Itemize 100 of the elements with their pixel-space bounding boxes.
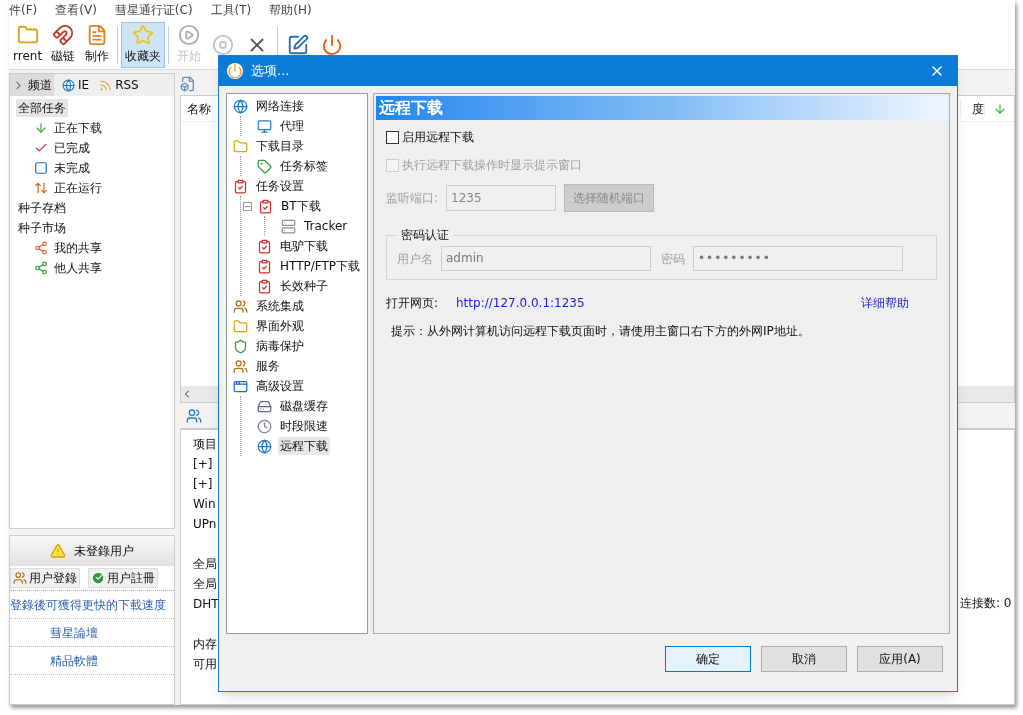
play-icon (178, 24, 201, 46)
url-link[interactable]: http://127.0.0.1:1235 (456, 294, 585, 312)
tree-item[interactable]: 远程下载 (278, 437, 330, 455)
sidebar-tab[interactable]: IE (60, 74, 92, 96)
sidebar-item[interactable]: 全部任务 (16, 99, 68, 117)
tree-item[interactable]: 任务标签 (278, 157, 330, 175)
clipboard-icon (257, 278, 272, 294)
tree-item[interactable]: 下载目录 (254, 137, 306, 155)
menu-item[interactable]: 工具(T) (210, 1, 252, 19)
clipboard-icon (258, 198, 273, 214)
column-header[interactable]: 度 (960, 99, 984, 118)
file-icon[interactable] (180, 76, 196, 92)
dialog-button[interactable]: 取消 (761, 646, 847, 672)
share-icon (34, 241, 48, 255)
group-title: 密码认证 (400, 227, 450, 244)
rss-icon (99, 78, 113, 92)
detail-row-text: [+] (193, 476, 213, 493)
toolbar-button[interactable]: 磁链 (46, 21, 81, 68)
sidebar-item[interactable]: 正在下载 (52, 119, 104, 137)
tree-item[interactable]: 网络连接 (254, 97, 306, 115)
people-icon (233, 358, 248, 374)
globe-icon (62, 78, 75, 92)
folder-icon (16, 24, 39, 46)
detail-row-text: Win (193, 496, 216, 513)
tree-item[interactable]: BT下载 (279, 197, 323, 215)
square-icon (34, 161, 48, 175)
window-icon (233, 378, 248, 394)
tree-item[interactable]: Tracker (302, 217, 350, 235)
menu-item[interactable]: 帮助(H) (269, 1, 312, 19)
dialog-button[interactable]: 确定 (665, 646, 751, 672)
checkbox[interactable] (386, 130, 399, 144)
people-icon (186, 407, 202, 424)
check-icon (91, 571, 105, 585)
toolbar-button[interactable]: rrent (9, 21, 47, 68)
clipboard-icon (233, 178, 248, 194)
user-status: 未登錄用户 (74, 543, 134, 560)
username-label: 用户名 (397, 250, 433, 268)
promo-link[interactable]: 彗星論壇 (50, 623, 98, 642)
tree-item[interactable]: 长效种子 (278, 277, 330, 295)
sidebar-item[interactable]: 正在运行 (52, 179, 104, 197)
globe-icon (233, 98, 248, 114)
server-icon (281, 218, 296, 234)
detail-row-text: 内存 (193, 636, 217, 653)
share-icon (34, 261, 48, 275)
dialog-button[interactable]: 应用(A) (857, 646, 943, 672)
tree-item[interactable]: 任务设置 (254, 177, 306, 195)
detail-row-text: UPn (193, 516, 217, 533)
detail-row-text: 可用 (193, 656, 217, 673)
tree-item[interactable]: 高级设置 (254, 377, 306, 395)
app-icon (227, 63, 243, 79)
detail-row-text: DHT (193, 596, 219, 613)
dialog-title: 选项... (251, 62, 290, 81)
clipboard-icon (257, 238, 272, 254)
people-icon (13, 571, 27, 585)
detail-row-text: 全局 (193, 556, 217, 573)
sidebar-tab[interactable]: 频道 (10, 74, 54, 96)
user-button[interactable]: 用户登錄 (10, 568, 80, 588)
sidebar-tab[interactable]: RSS (97, 74, 141, 96)
sidebar-item[interactable]: 已完成 (52, 139, 92, 157)
user-button[interactable]: 用户註冊 (88, 568, 158, 588)
tree-item[interactable]: 时段限速 (278, 417, 330, 435)
tree-item[interactable]: 界面外观 (254, 317, 306, 335)
port-label: 监听端口: (386, 190, 439, 207)
down-arrow-icon (34, 121, 48, 135)
tree-item[interactable]: 病毒保护 (254, 337, 306, 355)
people-icon (233, 298, 248, 314)
check-icon (34, 141, 48, 155)
panel-title: 远程下载 (376, 96, 947, 120)
sidebar-item[interactable]: 种子存档 (16, 199, 68, 217)
detail-row-text: [+] (193, 456, 213, 473)
tree-item[interactable]: HTTP/FTP下载 (278, 257, 362, 275)
tree-item[interactable]: 系统集成 (254, 297, 306, 315)
menu-item[interactable]: 件(F) (9, 1, 38, 19)
hint-text: 提示：从外网计算机访问远程下载页面时，请使用主窗口右下方的外网IP地址。 (390, 323, 811, 340)
open-page-label: 打开网页: (386, 295, 440, 312)
tree-item[interactable]: 磁盘缓存 (278, 397, 330, 415)
sidebar-item[interactable]: 我的共享 (52, 239, 104, 257)
password-label: 密码 (661, 250, 685, 268)
clipboard-icon (257, 258, 272, 274)
shield-icon (233, 338, 248, 354)
tag-icon (257, 158, 272, 174)
menu-item[interactable]: 彗星通行证(C) (114, 1, 193, 19)
warning-icon (50, 543, 66, 559)
toolbar-button[interactable]: 制作 (80, 21, 115, 68)
power-icon (321, 33, 344, 56)
up-down-arrow-icon (34, 181, 48, 195)
menu-item[interactable]: 查看(V) (55, 1, 97, 19)
promo-link[interactable]: 登錄後可獲得更快的下載速度 (10, 595, 166, 614)
sidebar-item[interactable]: 种子市场 (16, 219, 68, 237)
collapse-icon[interactable] (243, 201, 252, 211)
checkbox-label: 执行远程下载操作时显示提示窗口 (402, 157, 582, 174)
folder-icon (233, 318, 248, 334)
tree-item[interactable]: 电驴下载 (278, 237, 330, 255)
help-link[interactable]: 详细帮助 (861, 294, 909, 312)
tree-item[interactable]: 服务 (254, 357, 282, 375)
promo-link[interactable]: 精品軟體 (50, 651, 98, 670)
toolbar-button[interactable]: 收藏夹 (121, 21, 166, 68)
tree-item[interactable]: 代理 (278, 117, 306, 135)
sidebar-item[interactable]: 未完成 (52, 159, 92, 177)
sidebar-item[interactable]: 他人共享 (52, 259, 104, 277)
